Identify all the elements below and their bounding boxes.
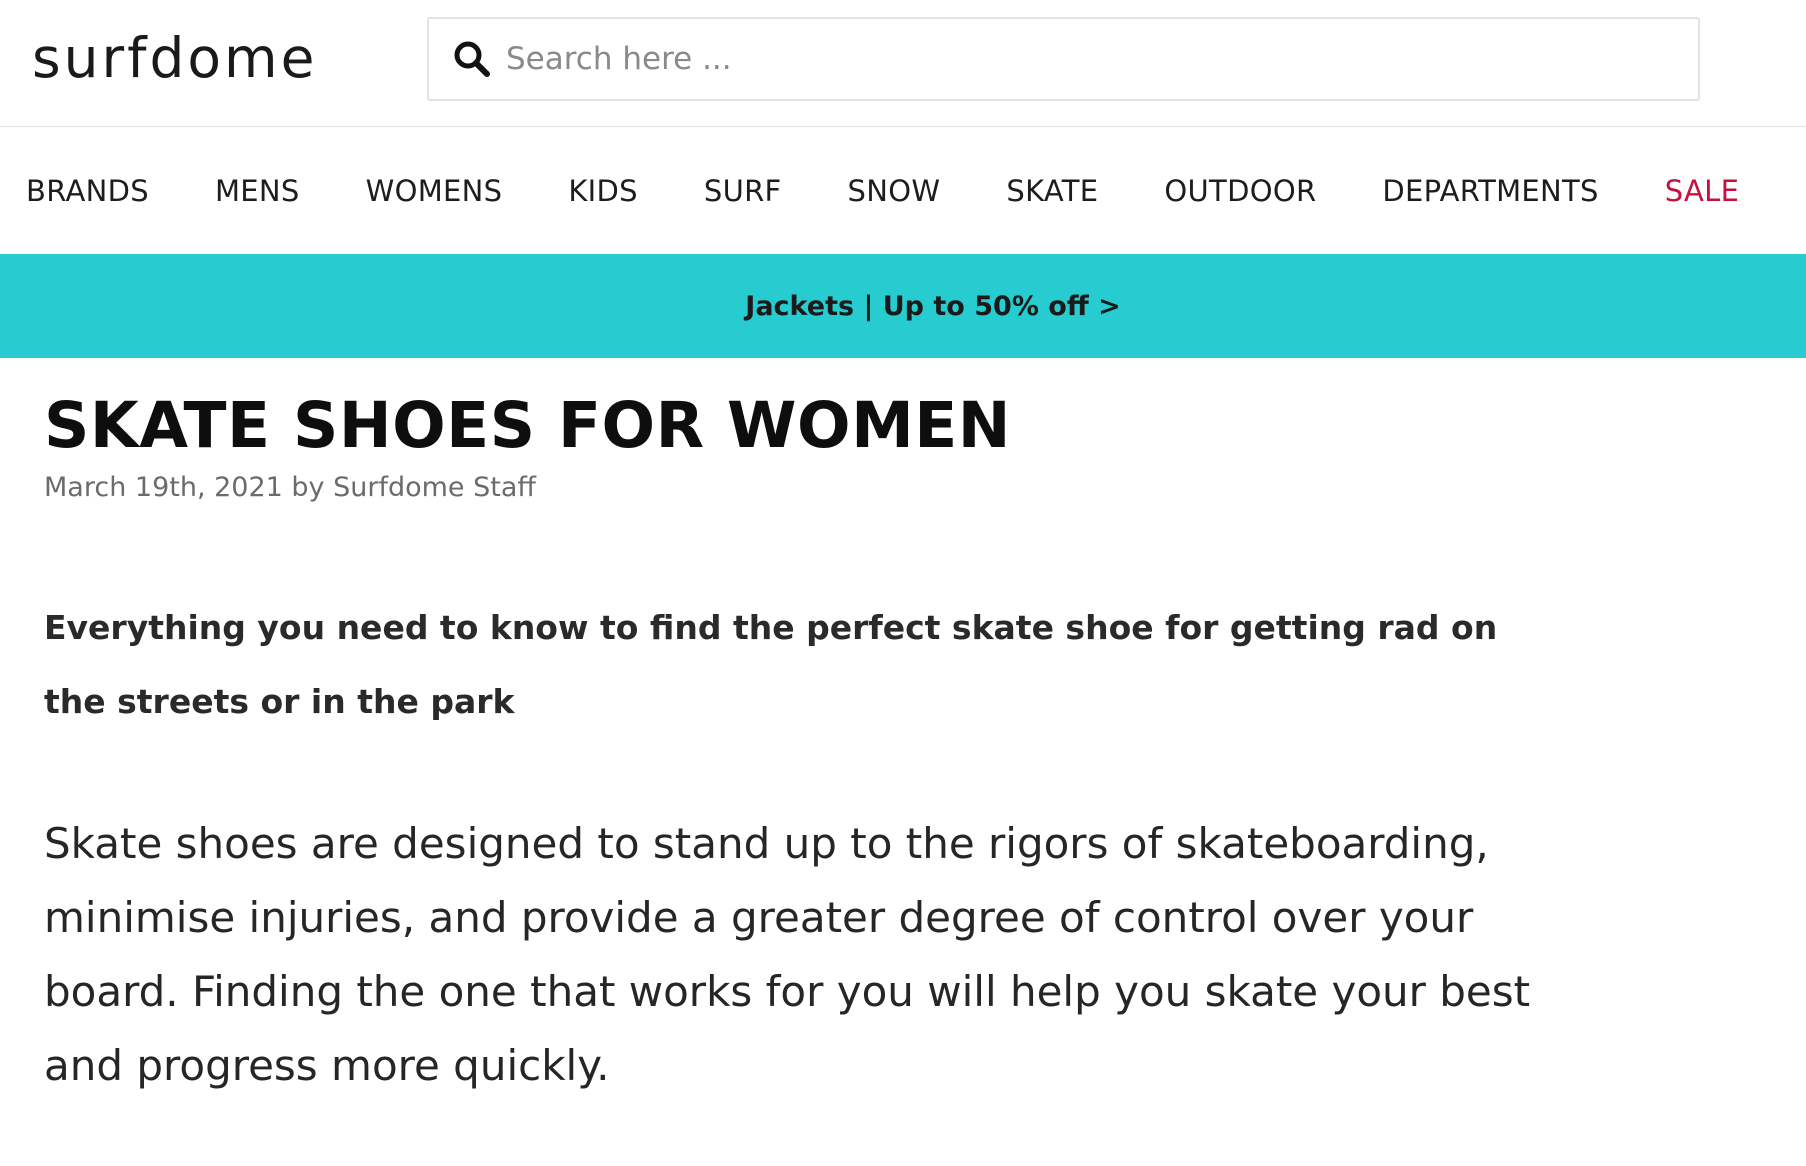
search-bar[interactable] [427,17,1700,101]
nav-item-womens[interactable]: WOMENS [366,174,503,208]
search-input[interactable] [504,40,1658,78]
surfdome-logo[interactable]: surfdome [32,26,317,90]
promo-link[interactable]: Jackets | Up to 50% off > [745,291,1120,322]
main-nav: BRANDS MENS WOMENS KIDS SURF SNOW SKATE … [0,127,1806,254]
nav-item-surf[interactable]: SURF [704,174,782,208]
article: SKATE SHOES FOR WOMEN March 19th, 2021 b… [0,358,1806,1103]
article-meta: March 19th, 2021 by Surfdome Staff [44,472,536,504]
nav-item-sale[interactable]: SALE [1665,174,1739,208]
nav-item-snow[interactable]: SNOW [848,174,941,208]
nav-item-mens[interactable]: MENS [215,174,300,208]
nav-item-brands[interactable]: BRANDS [26,174,149,208]
nav-item-skate[interactable]: SKATE [1006,174,1098,208]
nav-item-departments[interactable]: DEPARTMENTS [1382,174,1598,208]
site-header: surfdome [0,0,1806,127]
nav-item-outdoor[interactable]: OUTDOOR [1164,174,1316,208]
article-intro: Everything you need to know to find the … [44,608,1498,722]
promo-banner[interactable]: Jackets | Up to 50% off > [0,254,1806,358]
article-body-paragraph: Skate shoes are designed to stand up to … [44,819,1531,1091]
nav-item-kids[interactable]: KIDS [568,174,638,208]
search-icon[interactable] [450,37,494,81]
page-title: SKATE SHOES FOR WOMEN [44,389,1012,462]
